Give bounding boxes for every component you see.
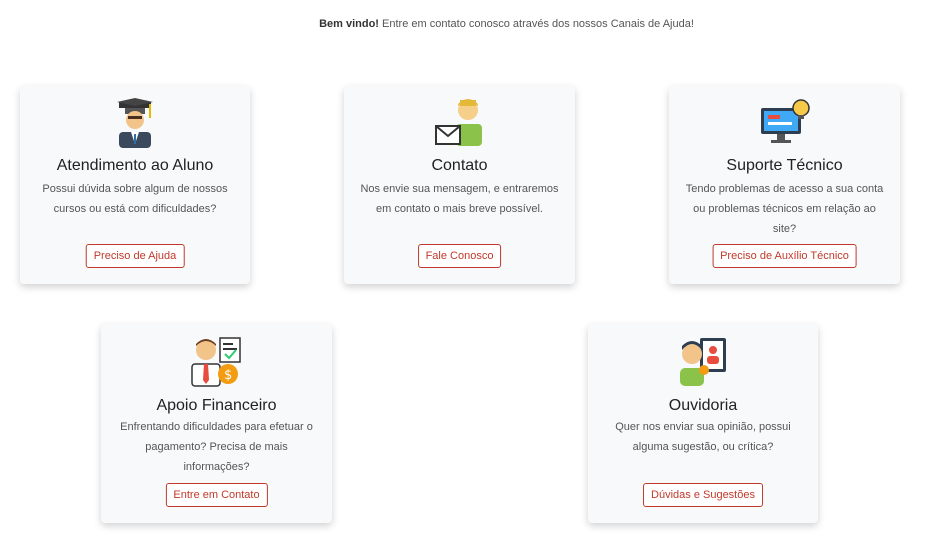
card-title: Apoio Financeiro	[156, 397, 277, 414]
card-title: Atendimento ao Aluno	[56, 157, 214, 174]
card-title: Ouvidoria	[668, 397, 738, 414]
contact-mail-icon	[434, 96, 486, 148]
card-description: Possui dúvida sobre algum de nossos curs…	[42, 183, 228, 215]
get-in-touch-button[interactable]: Entre em Contato	[165, 483, 268, 507]
tech-support-icon	[759, 98, 811, 150]
ombudsman-icon	[678, 336, 728, 388]
welcome-message: Entre em contato conosco através dos nos…	[382, 18, 694, 30]
financial-support-icon: $	[190, 336, 244, 388]
questions-suggestions-button[interactable]: Dúvidas e Sugestões	[643, 483, 763, 507]
card-student-service: Atendimento ao Aluno Possui dúvida sobre…	[20, 86, 250, 284]
card-description: Tendo problemas de acesso a sua conta ou…	[685, 183, 884, 235]
svg-text:$: $	[224, 368, 232, 383]
card-title: Suporte Técnico	[726, 157, 843, 174]
card-description: Enfrentando dificuldades para efetuar o …	[120, 421, 313, 473]
contact-us-button[interactable]: Fale Conosco	[417, 244, 502, 268]
card-title: Contato	[431, 157, 488, 174]
welcome-bold: Bem vindo!	[319, 18, 379, 30]
need-help-button[interactable]: Preciso de Ajuda	[85, 244, 185, 268]
card-contact: Contato Nos envie sua mensagem, e entrar…	[344, 86, 575, 284]
card-financial-support: $ Apoio Financeiro Enfrentando dificulda…	[101, 324, 332, 523]
card-description: Nos envie sua mensagem, e entraremos em …	[360, 183, 559, 215]
graduate-icon	[115, 96, 155, 148]
welcome-text: Bem vindo! Entre em contato conosco atra…	[0, 18, 946, 30]
card-description: Quer nos enviar sua opinião, possui algu…	[615, 421, 791, 453]
technical-help-button[interactable]: Preciso de Auxílio Técnico	[712, 244, 857, 268]
card-tech-support: Suporte Técnico Tendo problemas de acess…	[669, 86, 900, 284]
card-ombudsman: Ouvidoria Quer nos enviar sua opinião, p…	[588, 324, 818, 523]
